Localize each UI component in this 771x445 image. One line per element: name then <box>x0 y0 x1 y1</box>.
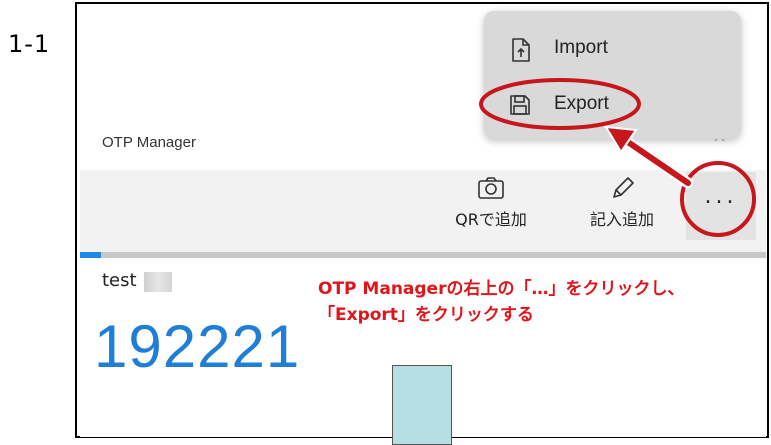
add-manually-label: 記入追加 <box>589 210 654 229</box>
menu-item-export-label: Export <box>554 93 609 114</box>
app-window: OTP Manager × QRで追加 記入追加 .. <box>80 112 766 445</box>
menu-item-export[interactable]: Export <box>484 85 741 125</box>
overlay-marker-box <box>392 365 452 445</box>
add-by-qr-label: QRで追加 <box>455 210 527 229</box>
menu-item-import[interactable]: Import <box>484 29 741 69</box>
instruction-annotation: OTP Managerの右上の「…」をクリックし、 「Export」をクリックす… <box>318 276 684 328</box>
add-by-qr-button[interactable]: QRで追加 <box>446 170 536 252</box>
countdown-progress-bar <box>80 252 766 258</box>
pencil-icon <box>609 176 635 206</box>
step-label: 1-1 <box>8 30 51 58</box>
redacted-text <box>144 272 172 292</box>
camera-icon <box>477 176 505 204</box>
import-file-icon <box>508 37 534 67</box>
save-icon <box>508 93 532 121</box>
command-bar: QRで追加 記入追加 ... <box>80 170 766 252</box>
account-name: test <box>102 270 137 291</box>
more-options-label: ... <box>704 184 738 209</box>
otp-code[interactable]: 192221 <box>94 312 300 381</box>
annotation-line-1: OTP Managerの右上の「…」をクリックし、 <box>318 279 685 299</box>
more-options-button[interactable]: ... <box>686 172 756 240</box>
app-title: OTP Manager <box>102 134 196 151</box>
annotation-line-2: 「Export」をクリックする <box>318 305 534 325</box>
more-options-menu: Import Export <box>484 11 741 139</box>
menu-item-import-label: Import <box>554 37 608 58</box>
countdown-progress-fill <box>80 252 101 258</box>
add-manually-button[interactable]: 記入追加 <box>574 170 670 252</box>
